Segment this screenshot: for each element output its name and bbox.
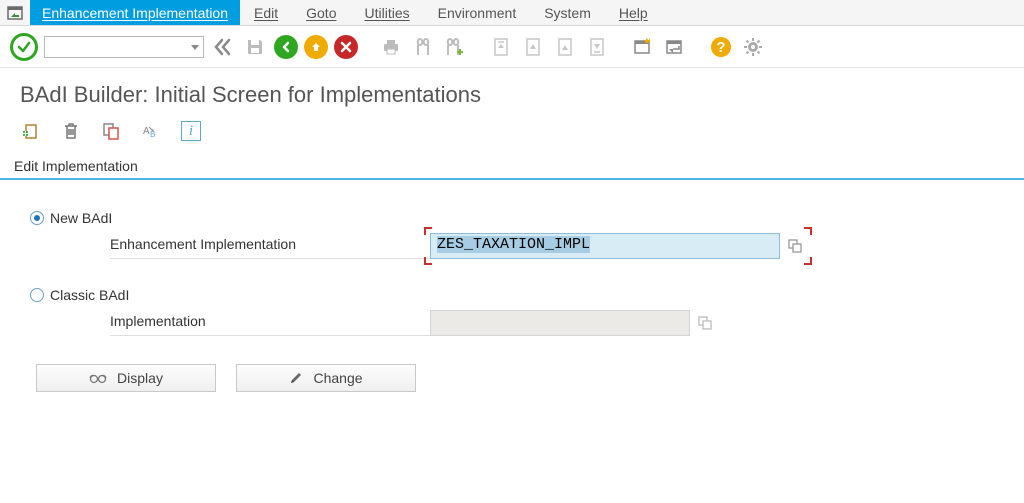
section-header: Edit Implementation	[0, 154, 1024, 180]
menu-help[interactable]: Help	[605, 0, 662, 25]
glasses-icon	[89, 372, 107, 384]
customize-icon[interactable]	[740, 34, 766, 60]
prev-page-icon[interactable]	[520, 34, 546, 60]
f4-help-icon[interactable]	[694, 312, 716, 334]
radio-classic-badi-indicator[interactable]	[30, 288, 44, 302]
menu-environment[interactable]: Environment	[424, 0, 531, 25]
next-page-icon[interactable]	[552, 34, 578, 60]
create-shortcut-icon[interactable]	[662, 34, 688, 60]
implementation-label: Implementation	[110, 309, 430, 336]
title-bar: BAdI Builder: Initial Screen for Impleme…	[0, 68, 1024, 118]
find-icon[interactable]	[410, 34, 436, 60]
system-toolbar: ?	[0, 26, 1024, 68]
field-enhancement-impl: Enhancement Implementation ZES_TAXATION_…	[30, 232, 994, 259]
menu-edit[interactable]: Edit	[240, 0, 292, 25]
menu-goto[interactable]: Goto	[292, 0, 350, 25]
print-icon[interactable]	[378, 34, 404, 60]
menu-utilities[interactable]: Utilities	[350, 0, 423, 25]
first-page-icon[interactable]	[488, 34, 514, 60]
cancel-button[interactable]	[334, 35, 358, 59]
section-body: New BAdI Enhancement Implementation ZES_…	[0, 180, 1024, 422]
menu-system[interactable]: System	[530, 0, 605, 25]
enter-button[interactable]	[10, 33, 38, 61]
radio-new-badi-label: New BAdI	[50, 210, 112, 226]
button-row: Display Change	[30, 364, 994, 392]
back-chevrons-icon[interactable]	[210, 34, 236, 60]
radio-classic-badi[interactable]: Classic BAdI	[30, 287, 994, 303]
enhancement-impl-label: Enhancement Implementation	[110, 232, 430, 259]
save-icon[interactable]	[242, 34, 268, 60]
display-button[interactable]: Display	[36, 364, 216, 392]
application-toolbar: AB i	[0, 118, 1024, 154]
create-object-icon[interactable]	[20, 120, 42, 142]
documentation-icon[interactable]: i	[180, 120, 202, 142]
f4-help-icon[interactable]	[784, 235, 806, 257]
svg-text:B: B	[150, 130, 155, 139]
copy-icon[interactable]	[100, 120, 122, 142]
exit-button[interactable]	[304, 35, 328, 59]
menu-enhancement-implementation[interactable]: Enhancement Implementation	[30, 0, 240, 25]
radio-new-badi-indicator[interactable]	[30, 211, 44, 225]
page-title: BAdI Builder: Initial Screen for Impleme…	[20, 82, 1004, 108]
field-implementation: Implementation	[30, 309, 994, 336]
radio-classic-badi-label: Classic BAdI	[50, 287, 129, 303]
back-button[interactable]	[274, 35, 298, 59]
window-menu-icon[interactable]	[0, 0, 30, 25]
implementation-input[interactable]	[430, 310, 690, 336]
new-session-icon[interactable]	[630, 34, 656, 60]
command-field[interactable]	[44, 36, 204, 58]
enhancement-impl-input[interactable]: ZES_TAXATION_IMPL	[430, 233, 780, 259]
radio-new-badi[interactable]: New BAdI	[30, 210, 994, 226]
svg-text:?: ?	[716, 39, 725, 56]
help-icon[interactable]: ?	[708, 34, 734, 60]
last-page-icon[interactable]	[584, 34, 610, 60]
menu-active-label: Enhancement Implementation	[42, 5, 228, 21]
menu-bar: Enhancement Implementation Edit Goto Uti…	[0, 0, 1024, 26]
rename-icon[interactable]: AB	[140, 120, 162, 142]
delete-icon[interactable]	[60, 120, 82, 142]
find-next-icon[interactable]	[442, 34, 468, 60]
change-button[interactable]: Change	[236, 364, 416, 392]
pencil-icon	[289, 371, 303, 385]
